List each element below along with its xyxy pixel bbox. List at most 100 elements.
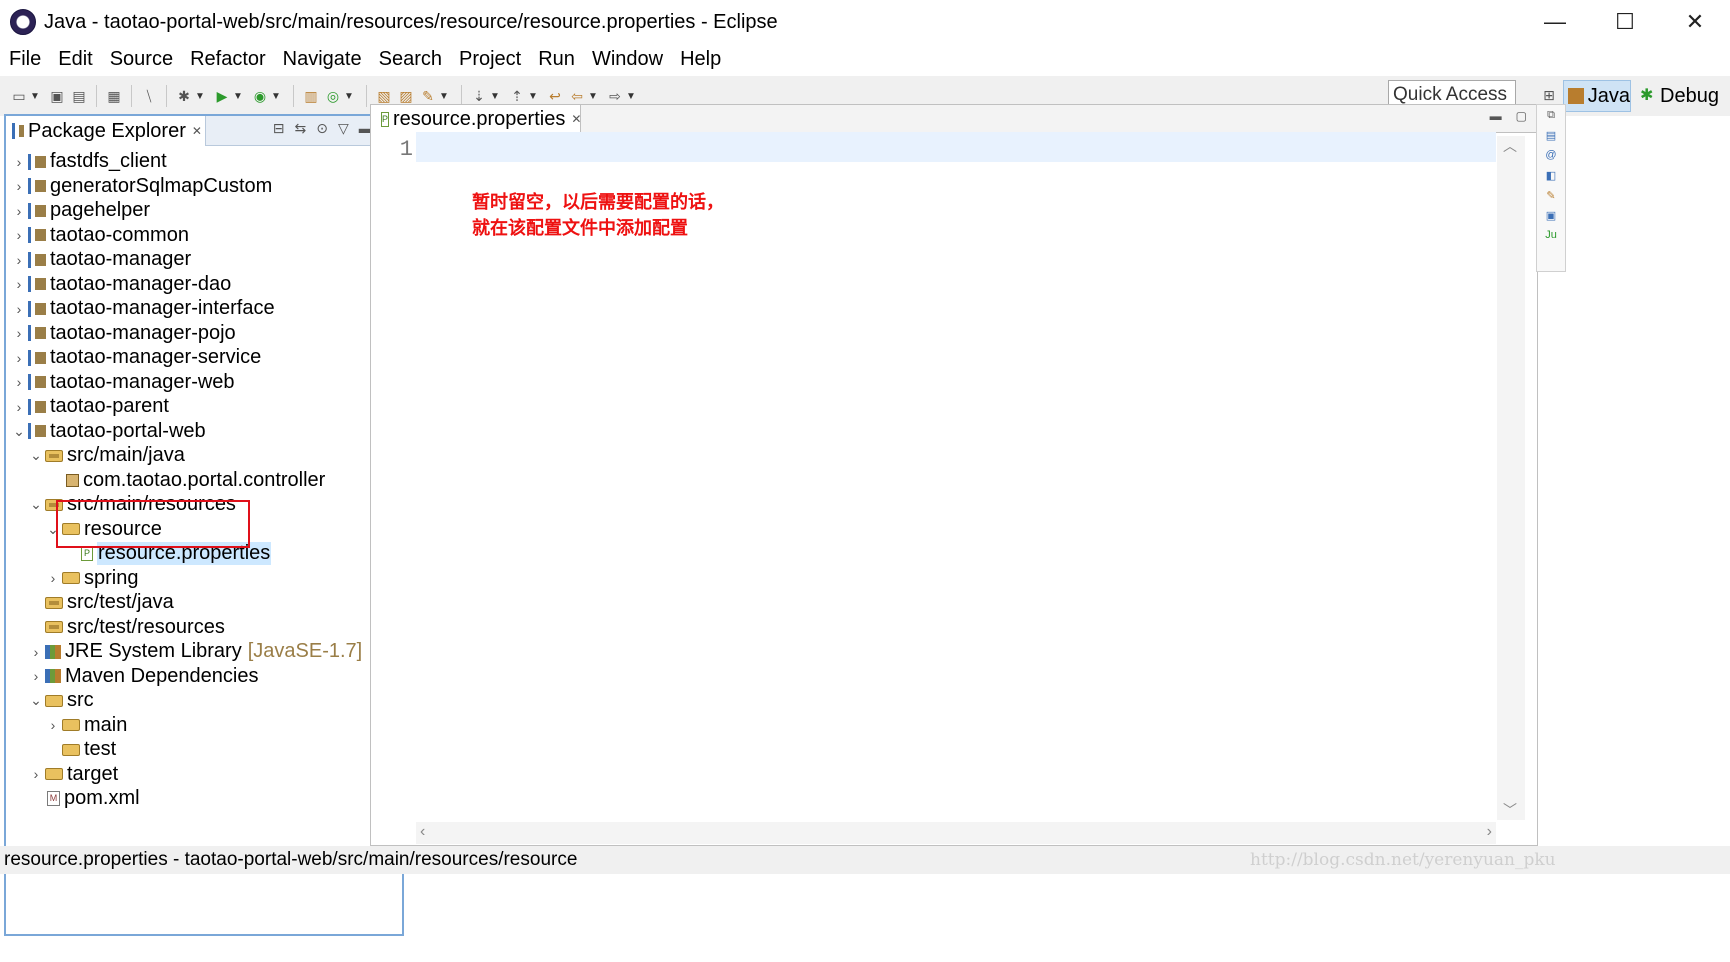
chevron-right-icon[interactable]: › bbox=[12, 301, 26, 317]
tree-item[interactable]: › taotao-common bbox=[6, 222, 189, 249]
back-dropdown-icon[interactable]: ▼ bbox=[588, 91, 598, 102]
link-with-editor-icon[interactable]: ⇆ bbox=[295, 120, 307, 137]
chevron-right-icon[interactable]: › bbox=[46, 570, 60, 586]
skip-breakpoints-icon[interactable]: ⧹ bbox=[140, 87, 158, 105]
tree-item[interactable]: › generatorSqlmapCustom bbox=[6, 173, 273, 200]
menu-edit[interactable]: Edit bbox=[50, 48, 100, 71]
chevron-down-icon[interactable]: ⌄ bbox=[29, 447, 43, 464]
tree-item[interactable]: › target bbox=[6, 761, 119, 788]
new-class-dropdown-icon[interactable]: ▼ bbox=[344, 91, 354, 102]
chevron-right-icon[interactable]: › bbox=[12, 399, 26, 415]
task-list-icon[interactable]: ✎ bbox=[1543, 189, 1559, 203]
chevron-right-icon[interactable]: › bbox=[12, 374, 26, 390]
tree-item[interactable]: ⌄ taotao-portal-web bbox=[6, 418, 206, 445]
next-annotation-dropdown-icon[interactable]: ▼ bbox=[490, 91, 500, 102]
tree-item[interactable]: › pagehelper bbox=[6, 197, 150, 224]
forward-dropdown-icon[interactable]: ▼ bbox=[626, 91, 636, 102]
tree-item[interactable]: › spring bbox=[6, 565, 139, 592]
tree-item[interactable]: › taotao-manager-interface bbox=[6, 295, 275, 322]
declaration-icon[interactable]: ◧ bbox=[1543, 169, 1559, 183]
junit-icon[interactable]: Ju bbox=[1543, 229, 1559, 243]
coverage-icon[interactable]: ◉ bbox=[251, 87, 269, 105]
scroll-down-icon[interactable]: ﹀ bbox=[1503, 800, 1517, 820]
chevron-right-icon[interactable]: › bbox=[12, 178, 26, 194]
chevron-right-icon[interactable]: › bbox=[12, 350, 26, 366]
minimize-button[interactable]: — bbox=[1520, 0, 1590, 44]
chevron-right-icon[interactable]: › bbox=[12, 203, 26, 219]
view-menu-icon[interactable]: ▽ bbox=[338, 120, 349, 137]
minimize-editor-icon[interactable]: ▬ bbox=[1490, 109, 1502, 123]
tree-item[interactable]: › fastdfs_client bbox=[6, 148, 167, 175]
menu-file[interactable]: File bbox=[1, 48, 49, 71]
open-type-icon[interactable]: ▧ bbox=[375, 87, 393, 105]
tree-item[interactable]: › taotao-manager bbox=[6, 246, 192, 273]
search-dropdown-icon[interactable]: ▼ bbox=[439, 91, 449, 102]
chevron-right-icon[interactable]: › bbox=[12, 227, 26, 243]
close-icon[interactable]: ✕ bbox=[192, 124, 202, 138]
new-dropdown-icon[interactable]: ▼ bbox=[30, 91, 40, 102]
debug-perspective-button[interactable]: ✱ Debug bbox=[1636, 80, 1726, 112]
run-dropdown-icon[interactable]: ▼ bbox=[233, 91, 243, 102]
menu-help[interactable]: Help bbox=[672, 48, 729, 71]
tree-item[interactable]: › taotao-manager-service bbox=[6, 344, 262, 371]
menu-navigate[interactable]: Navigate bbox=[275, 48, 370, 71]
save-all-icon[interactable]: ▤ bbox=[70, 87, 88, 105]
console-icon[interactable]: ▣ bbox=[1543, 209, 1559, 223]
open-task-icon[interactable]: ▨ bbox=[397, 87, 415, 105]
menu-project[interactable]: Project bbox=[451, 48, 529, 71]
open-perspective-icon[interactable]: ⊞ bbox=[1540, 86, 1558, 104]
scroll-up-icon[interactable]: ︿ bbox=[1503, 136, 1517, 156]
chevron-right-icon[interactable]: › bbox=[29, 668, 43, 684]
forward-icon[interactable]: ⇨ bbox=[606, 87, 624, 105]
focus-icon[interactable]: ⊙ bbox=[316, 120, 328, 137]
tree-item[interactable]: src/test/resources bbox=[6, 614, 225, 641]
run-icon[interactable]: ▶ bbox=[213, 87, 231, 105]
tree-item[interactable]: › Maven Dependencies bbox=[6, 663, 259, 690]
tree-item[interactable]: › main bbox=[6, 712, 128, 739]
outline-icon[interactable]: ▤ bbox=[1543, 129, 1559, 143]
tree-item[interactable]: test bbox=[6, 736, 116, 763]
terminal-icon[interactable]: ▦ bbox=[105, 87, 123, 105]
chevron-down-icon[interactable]: ⌄ bbox=[29, 496, 43, 513]
last-edit-icon[interactable]: ↩ bbox=[546, 87, 564, 105]
tree-item[interactable]: › taotao-manager-pojo bbox=[6, 320, 236, 347]
tree-item[interactable]: › taotao-parent bbox=[6, 393, 169, 420]
new-java-project-icon[interactable]: ▥ bbox=[302, 87, 320, 105]
tree-item[interactable]: ⌄ src bbox=[6, 687, 94, 714]
chevron-down-icon[interactable]: ⌄ bbox=[29, 692, 43, 709]
tree-item[interactable]: › taotao-manager-web bbox=[6, 369, 235, 396]
new-icon[interactable]: ▭ bbox=[10, 87, 28, 105]
new-class-icon[interactable]: ◎ bbox=[324, 87, 342, 105]
chevron-down-icon[interactable]: ⌄ bbox=[12, 423, 26, 440]
menu-run[interactable]: Run bbox=[530, 48, 583, 71]
chevron-right-icon[interactable]: › bbox=[12, 154, 26, 170]
chevron-right-icon[interactable]: › bbox=[46, 717, 60, 733]
maximize-button[interactable]: ☐ bbox=[1590, 0, 1660, 44]
save-icon[interactable]: ▣ bbox=[48, 87, 66, 105]
scroll-left-icon[interactable]: ‹ bbox=[420, 823, 425, 841]
debug-icon[interactable]: ✱ bbox=[175, 87, 193, 105]
vertical-scrollbar[interactable]: ︿ ﹀ bbox=[1497, 136, 1525, 820]
search-icon[interactable]: ✎ bbox=[419, 87, 437, 105]
next-annotation-icon[interactable]: ⇣ bbox=[470, 87, 488, 105]
previous-annotation-icon[interactable]: ⇡ bbox=[508, 87, 526, 105]
chevron-right-icon[interactable]: › bbox=[29, 766, 43, 782]
previous-annotation-dropdown-icon[interactable]: ▼ bbox=[528, 91, 538, 102]
menu-search[interactable]: Search bbox=[371, 48, 450, 71]
package-explorer-tab[interactable]: Package Explorer ✕ bbox=[6, 116, 206, 146]
collapse-all-icon[interactable]: ⊟ bbox=[273, 120, 285, 137]
restore-icon[interactable]: ⧉ bbox=[1543, 109, 1559, 123]
close-icon[interactable]: ✕ bbox=[571, 112, 581, 126]
horizontal-scrollbar[interactable]: ‹ › bbox=[416, 822, 1496, 844]
current-line-highlight[interactable] bbox=[416, 132, 1496, 162]
tree-item[interactable]: com.taotao.portal.controller bbox=[6, 467, 325, 494]
close-button[interactable]: ✕ bbox=[1660, 0, 1730, 44]
back-icon[interactable]: ⇦ bbox=[568, 87, 586, 105]
editor-tab-resource-properties[interactable]: P resource.properties ✕ bbox=[371, 105, 581, 133]
tree-item[interactable]: Mpom.xml bbox=[6, 785, 140, 812]
tree-item[interactable]: › taotao-manager-dao bbox=[6, 271, 232, 298]
debug-dropdown-icon[interactable]: ▼ bbox=[195, 91, 205, 102]
chevron-right-icon[interactable]: › bbox=[12, 276, 26, 292]
tree-item[interactable]: › JRE System Library [JavaSE-1.7] bbox=[6, 638, 363, 665]
chevron-right-icon[interactable]: › bbox=[12, 325, 26, 341]
